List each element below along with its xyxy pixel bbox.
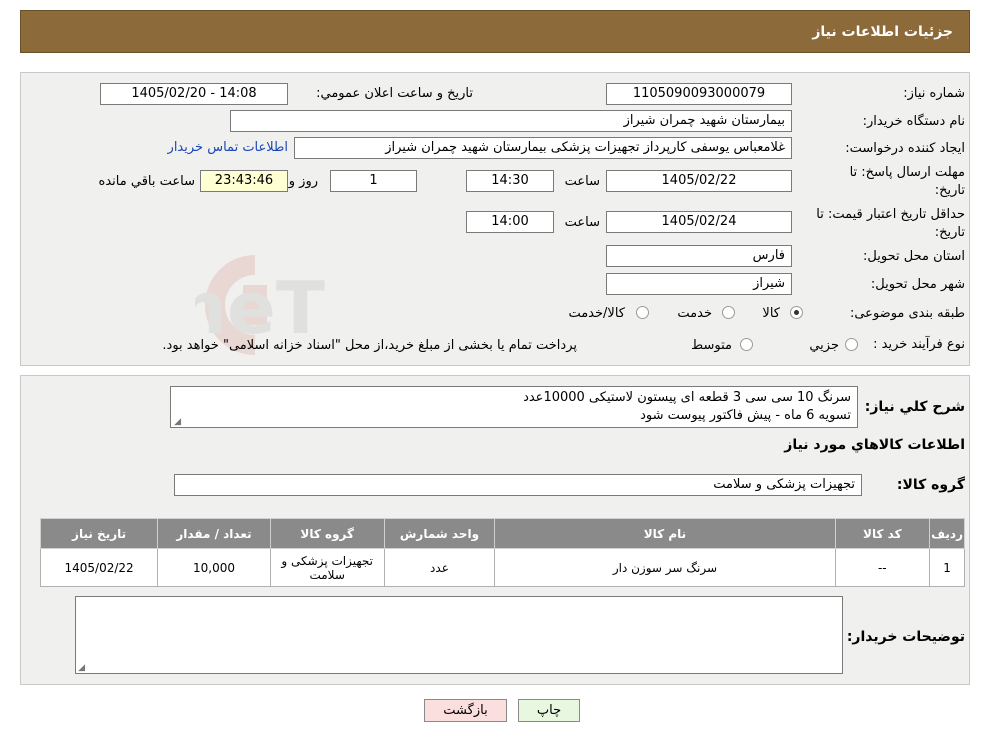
price-validity-time-field[interactable]: 14:00 [466,211,554,233]
table-row: 1 -- سرنگ سر سوزن دار عدد تجهیزات پزشکی … [39,548,965,587]
send-deadline-days-field[interactable]: 1 [330,170,417,192]
col-header-item-name: نام کالا [494,518,836,549]
description-line-2: تسویه 6 ماه - پیش فاکتور پیوست شود [640,408,851,423]
announce-datetime-value: 1405/02/20 - 14:08 [131,86,257,101]
goods-section-title: اطلاعات کالاهاي مورد نياز [784,437,965,453]
cell-goods-group: تجهیزات پزشکی و سلامت [269,548,385,587]
buyer-org-field[interactable]: بیمارستان شهید چمران شیراز [230,110,792,132]
page-title: جزئیات اطلاعات نیاز [812,24,953,40]
print-button[interactable]: چاپ [518,699,580,722]
buyer-notes-label: توضيحات خريدار: [846,629,965,645]
send-deadline-time-field[interactable]: 14:30 [466,170,554,192]
category-label: طبقه بندی موضوعی: [849,306,965,321]
description-textarea[interactable]: سرنگ 10 سی سی 3 قطعه ای پیستون لاستیکی 1… [170,386,858,428]
col-header-quantity: تعداد / مقدار [157,518,271,549]
back-button[interactable]: بازگشت [424,699,507,722]
goods-group-field[interactable]: تجهیزات پزشکی و سلامت [174,474,862,496]
cell-need-date: 1405/02/22 [39,548,159,587]
resize-grip-icon[interactable]: ◢ [173,418,181,427]
price-validity-label-line2: تاريخ: [934,225,965,240]
col-header-item-code: کد کالا [834,518,931,549]
cell-item-name: سرنگ سر سوزن دار [494,548,836,587]
requester-label: ايجاد کننده درخواست: [845,141,965,156]
send-deadline-label-line1: مهلت ارسال پاسخ: تا [849,165,965,180]
need-number-field[interactable]: 1105090093000079 [606,83,792,105]
need-number-label: شماره نیاز: [903,86,965,101]
purchase-type-option-medium: متوسط [691,338,732,353]
cell-unit: عدد [383,548,496,587]
price-validity-label-line1: حداقل تاريخ اعتبار قيمت: تا [816,207,965,222]
description-line-1: سرنگ 10 سی سی 3 قطعه ای پیستون لاستیکی 1… [523,390,851,405]
treasury-note: پرداخت تمام يا بخشی از مبلغ خريد،از محل … [162,338,577,353]
notes-resize-grip-icon[interactable]: ◢ [77,664,85,673]
table-header-row: رديف کد کالا نام کالا واحد شمارش گروه کا… [39,518,965,549]
col-header-goods-group: گروه کالا [269,518,385,549]
category-radio-service[interactable] [722,306,735,319]
city-field[interactable]: شیراز [606,273,792,295]
purchase-type-radio-medium[interactable] [740,338,753,351]
buyer-contact-link[interactable]: اطلاعات تماس خريدار [168,140,288,155]
price-validity-date-field[interactable]: 1405/02/24 [606,211,792,233]
description-label: شرح کلي نياز: [864,399,965,415]
page: جزئیات اطلاعات نیاز AriaTender.neT شماره… [0,0,985,744]
purchase-type-radio-minor[interactable] [845,338,858,351]
days-label: روز و [288,174,318,189]
purchase-type-option-minor: جزيي [809,338,839,353]
send-deadline-label-line2: تاريخ: [934,183,965,198]
buyer-org-label: نام دستگاه خريدار: [862,114,965,129]
province-label: استان محل تحويل: [863,249,965,264]
col-header-unit: واحد شمارش [383,518,496,549]
announce-datetime-label: تاریخ و ساعت اعلان عمومي: [316,86,473,101]
cell-item-code: -- [834,548,931,587]
cell-row-number: 1 [929,548,965,587]
city-label: شهر محل تحويل: [870,277,965,292]
items-table: رديف کد کالا نام کالا واحد شمارش گروه کا… [39,518,965,587]
purchase-type-label: نوع فرآيند خريد : [873,337,965,352]
announce-datetime-field[interactable]: 1405/02/20 - 14:08 [100,83,288,105]
remaining-time-field: 23:43:46 [200,170,288,192]
send-deadline-time-label: ساعت [564,174,600,189]
province-field[interactable]: فارس [606,245,792,267]
send-deadline-date-field[interactable]: 1405/02/22 [606,170,792,192]
category-option-goods: کالا [762,306,780,321]
buyer-notes-textarea[interactable] [75,596,843,674]
header-bar: جزئیات اطلاعات نیاز [20,10,970,53]
category-radio-goods[interactable] [790,306,803,319]
goods-group-label: گروه کالا: [896,477,965,493]
col-header-row-number: رديف [929,518,965,549]
requester-field[interactable]: غلامعباس یوسفی کارپرداز تجهیزات پزشکی بی… [294,137,792,159]
category-option-service: خدمت [677,306,712,321]
price-validity-time-label: ساعت [564,215,600,230]
category-option-goods-service: کالا/خدمت [568,306,625,321]
category-radio-goods-service[interactable] [636,306,649,319]
col-header-need-date: تاريخ نياز [39,518,159,549]
cell-quantity: 10,000 [157,548,271,587]
remaining-time-label: ساعت باقي مانده [98,174,195,189]
